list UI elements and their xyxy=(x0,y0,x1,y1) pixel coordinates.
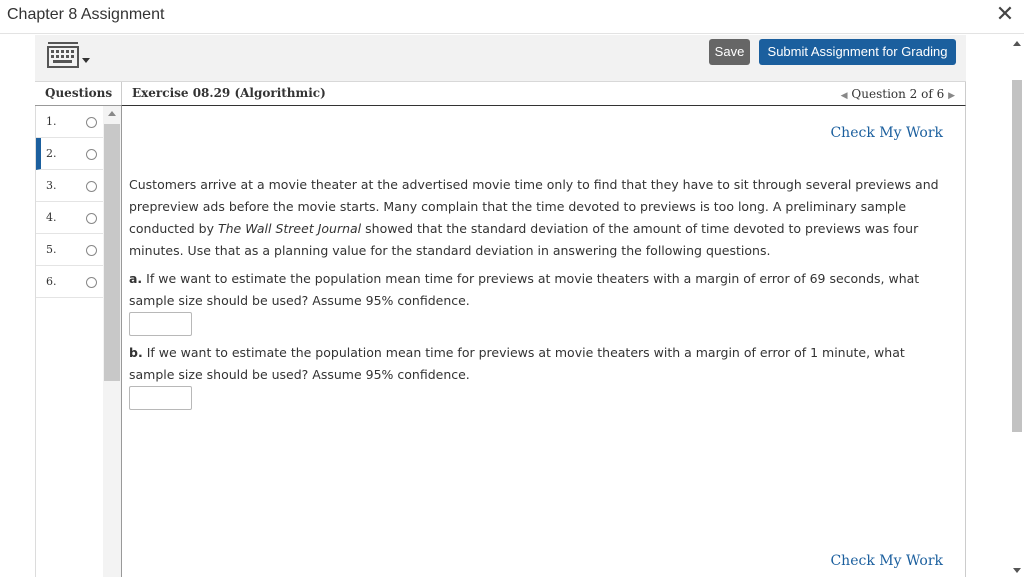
status-circle-icon xyxy=(86,181,97,192)
status-circle-icon xyxy=(86,117,97,128)
previous-question-icon[interactable]: ◀ xyxy=(841,91,848,101)
part-letter: b. xyxy=(129,345,143,360)
scrollbar-thumb[interactable] xyxy=(1012,80,1022,432)
part-b-text: If we want to estimate the population me… xyxy=(129,345,905,382)
scroll-up-icon[interactable] xyxy=(1013,41,1021,46)
part-b-answer-input[interactable] xyxy=(129,386,192,410)
check-my-work-link-top[interactable]: Check My Work xyxy=(830,125,943,141)
exercise-content: Check My Work Customers arrive at a movi… xyxy=(121,106,966,577)
question-item-6[interactable]: 6. xyxy=(36,266,103,298)
question-number: 5. xyxy=(46,243,57,256)
question-item-4[interactable]: 4. xyxy=(36,202,103,234)
exercise-header: Exercise 08.29 (Algorithmic) ◀ Question … xyxy=(121,82,966,106)
part-a: a. If we want to estimate the population… xyxy=(129,268,949,312)
scroll-down-icon[interactable] xyxy=(1013,568,1021,573)
next-question-icon[interactable]: ▶ xyxy=(948,91,955,101)
question-list: 1. 2. 3. 4. 5. 6. xyxy=(35,106,121,577)
question-number: 1. xyxy=(46,115,57,128)
question-number: 3. xyxy=(46,179,57,192)
question-item-1[interactable]: 1. xyxy=(36,106,103,138)
question-item-2[interactable]: 2. xyxy=(36,138,103,170)
question-navigator: ◀ Question 2 of 6 ▶ xyxy=(841,87,955,101)
question-position: Question 2 of 6 xyxy=(851,87,945,101)
status-circle-icon xyxy=(86,213,97,224)
question-item-5[interactable]: 5. xyxy=(36,234,103,266)
check-my-work-link-bottom[interactable]: Check My Work xyxy=(830,553,943,569)
question-number: 2. xyxy=(46,147,57,160)
window-title: Chapter 8 Assignment xyxy=(7,6,165,23)
part-a-text: If we want to estimate the population me… xyxy=(129,271,920,308)
save-button[interactable]: Save xyxy=(709,39,750,65)
status-circle-icon xyxy=(86,277,97,288)
question-number: 4. xyxy=(46,211,57,224)
questions-label: Questions xyxy=(45,86,113,100)
exercise-title: Exercise 08.29 (Algorithmic) xyxy=(132,86,326,100)
questions-header: Questions xyxy=(35,82,121,106)
part-a-answer-input[interactable] xyxy=(129,312,192,336)
question-item-3[interactable]: 3. xyxy=(36,170,103,202)
toolbar: Save Submit Assignment for Grading xyxy=(35,35,966,82)
part-b: b. If we want to estimate the population… xyxy=(129,342,949,386)
problem-statement: Customers arrive at a movie theater at t… xyxy=(129,174,949,262)
keyboard-icon[interactable] xyxy=(47,41,93,73)
journal-name: The Wall Street Journal xyxy=(217,221,362,236)
part-letter: a. xyxy=(129,271,143,286)
scroll-up-icon[interactable] xyxy=(108,111,116,116)
close-icon[interactable]: ✕ xyxy=(994,2,1016,28)
title-bar: Chapter 8 Assignment ✕ xyxy=(0,0,1024,34)
status-circle-icon xyxy=(86,245,97,256)
scrollbar-thumb[interactable] xyxy=(104,124,120,381)
status-circle-icon xyxy=(86,149,97,160)
question-number: 6. xyxy=(46,275,57,288)
question-list-scrollbar[interactable] xyxy=(103,106,121,577)
page-scrollbar[interactable] xyxy=(1010,35,1024,577)
submit-assignment-button[interactable]: Submit Assignment for Grading xyxy=(759,39,956,65)
